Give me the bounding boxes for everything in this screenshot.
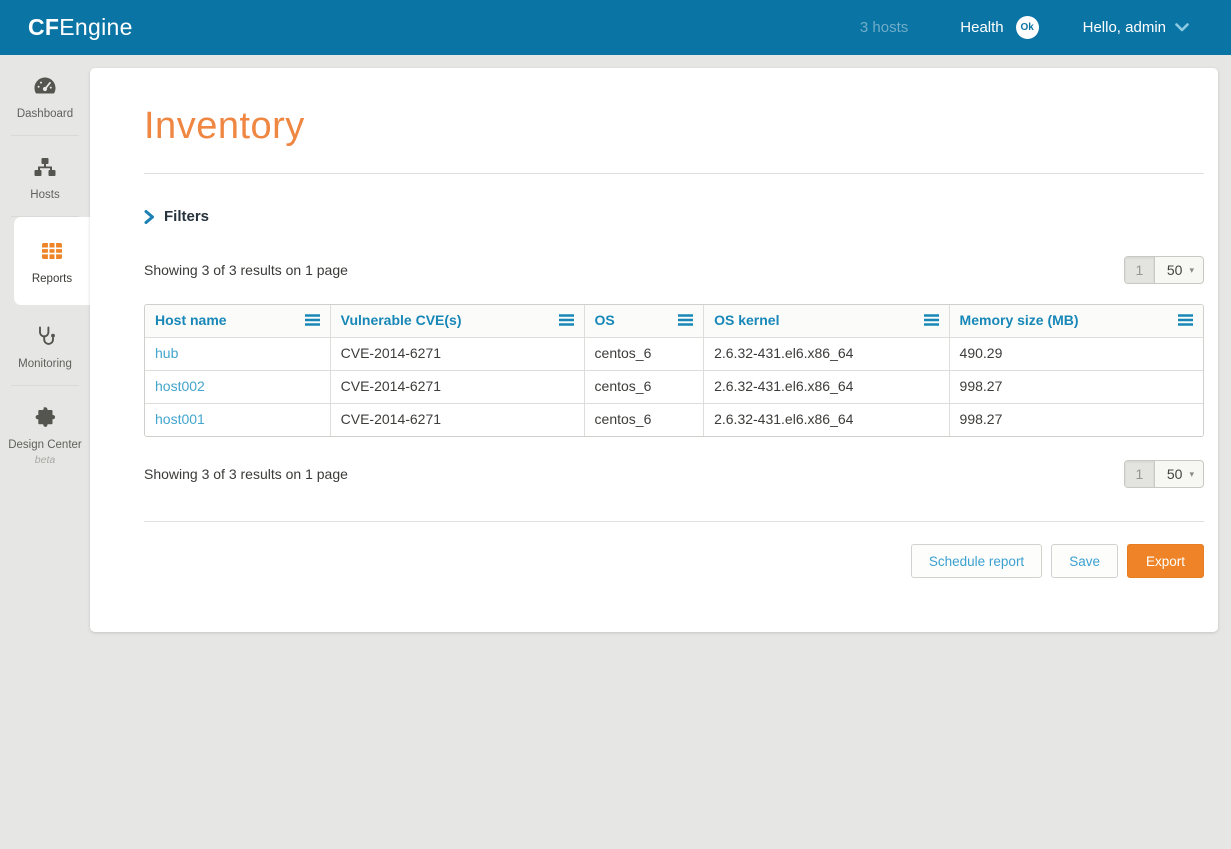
cell-os-kernel: 2.6.32-431.el6.x86_64: [704, 403, 949, 436]
results-summary: Showing 3 of 3 results on 1 page: [144, 262, 348, 278]
column-label: Host name: [155, 312, 227, 328]
sidebar-item-monitoring[interactable]: Monitoring: [0, 305, 90, 385]
hosts-sitemap-icon: [33, 155, 57, 179]
host-link[interactable]: hub: [155, 345, 178, 361]
pagination-control: 1 50 ▾: [1124, 256, 1204, 284]
table-row: hub CVE-2014-6271 centos_6 2.6.32-431.el…: [145, 337, 1203, 370]
table-row: host001 CVE-2014-6271 centos_6 2.6.32-43…: [145, 403, 1203, 436]
cell-os: centos_6: [584, 337, 704, 370]
cell-os: centos_6: [584, 370, 704, 403]
caret-down-icon: ▾: [1189, 265, 1194, 276]
title-divider: [144, 173, 1204, 174]
filters-label: Filters: [164, 208, 209, 225]
actions-divider: [144, 521, 1204, 522]
inventory-table: Host name Vulnerable CVE(s) OS: [144, 304, 1204, 437]
page-title: Inventory: [144, 105, 1204, 148]
results-summary: Showing 3 of 3 results on 1 page: [144, 466, 348, 482]
sidebar-item-beta-tag: beta: [0, 454, 90, 466]
sidebar-item-label: Monitoring: [0, 358, 90, 370]
hosts-count-label: 3 hosts: [860, 19, 908, 36]
sidebar-item-label: Hosts: [0, 189, 90, 201]
column-header-os-kernel: OS kernel: [704, 305, 949, 337]
cell-os-kernel: 2.6.32-431.el6.x86_64: [704, 337, 949, 370]
dashboard-gauge-icon: [33, 74, 57, 98]
export-button[interactable]: Export: [1127, 544, 1204, 578]
chevron-right-icon: [144, 210, 164, 224]
sidebar-item-label: Reports: [14, 273, 90, 285]
actions-row: Schedule report Save Export: [144, 544, 1204, 578]
page-number-button[interactable]: 1: [1125, 461, 1155, 487]
column-label: OS: [595, 312, 615, 328]
chevron-down-icon: [1175, 23, 1189, 32]
health-status[interactable]: Health Ok: [960, 16, 1038, 39]
cell-memory-size: 490.29: [949, 337, 1203, 370]
topbar-right-group: 3 hosts Health Ok Hello, admin: [860, 16, 1231, 39]
page-size-dropdown[interactable]: 50 ▾: [1155, 257, 1203, 283]
logo-text-bold: CF: [28, 14, 59, 40]
health-ok-badge: Ok: [1016, 16, 1039, 39]
sidebar-item-reports[interactable]: Reports: [14, 217, 90, 305]
table-header-row: Host name Vulnerable CVE(s) OS: [145, 305, 1203, 337]
results-row-top: Showing 3 of 3 results on 1 page 1 50 ▾: [144, 256, 1204, 284]
sidebar-item-design-center[interactable]: Design Center beta: [0, 386, 90, 481]
top-header-bar: CFEngine 3 hosts Health Ok Hello, admin: [0, 0, 1231, 55]
schedule-report-button[interactable]: Schedule report: [911, 544, 1042, 578]
table-row: host002 CVE-2014-6271 centos_6 2.6.32-43…: [145, 370, 1203, 403]
sidebar-item-label: Dashboard: [0, 108, 90, 120]
caret-down-icon: ▾: [1189, 469, 1194, 480]
results-row-bottom: Showing 3 of 3 results on 1 page 1 50 ▾: [144, 460, 1204, 488]
cell-vulnerable-cves: CVE-2014-6271: [330, 403, 584, 436]
cell-vulnerable-cves: CVE-2014-6271: [330, 337, 584, 370]
sidebar-item-dashboard[interactable]: Dashboard: [0, 55, 90, 135]
page-size-dropdown[interactable]: 50 ▾: [1155, 461, 1203, 487]
cell-memory-size: 998.27: [949, 403, 1203, 436]
host-link[interactable]: host001: [155, 411, 205, 427]
column-label: Vulnerable CVE(s): [341, 312, 462, 328]
column-header-os: OS: [584, 305, 704, 337]
column-menu-icon[interactable]: [1178, 314, 1193, 326]
reports-grid-icon: [40, 239, 64, 263]
health-label: Health: [960, 19, 1003, 36]
cell-memory-size: 998.27: [949, 370, 1203, 403]
design-center-puzzle-icon: [33, 405, 57, 429]
host-link[interactable]: host002: [155, 378, 205, 394]
sidebar-item-hosts[interactable]: Hosts: [0, 136, 90, 216]
cell-os: centos_6: [584, 403, 704, 436]
logo-text-light: Engine: [59, 14, 132, 40]
column-header-host-name: Host name: [145, 305, 330, 337]
page-size-value: 50: [1167, 262, 1183, 278]
monitoring-stethoscope-icon: [33, 324, 57, 348]
page-size-value: 50: [1167, 466, 1183, 482]
column-menu-icon[interactable]: [924, 314, 939, 326]
column-header-vulnerable-cves: Vulnerable CVE(s): [330, 305, 584, 337]
cfengine-logo[interactable]: CFEngine: [28, 14, 133, 41]
sidebar-item-label: Design Center: [0, 439, 90, 451]
column-menu-icon[interactable]: [678, 314, 693, 326]
column-menu-icon[interactable]: [559, 314, 574, 326]
cell-vulnerable-cves: CVE-2014-6271: [330, 370, 584, 403]
user-greeting-label: Hello, admin: [1083, 19, 1166, 36]
column-menu-icon[interactable]: [305, 314, 320, 326]
column-label: OS kernel: [714, 312, 779, 328]
pagination-control: 1 50 ▾: [1124, 460, 1204, 488]
cell-os-kernel: 2.6.32-431.el6.x86_64: [704, 370, 949, 403]
page-number-button[interactable]: 1: [1125, 257, 1155, 283]
main-content-panel: Inventory Filters Showing 3 of 3 results…: [90, 68, 1218, 632]
filters-toggle[interactable]: Filters: [144, 208, 264, 225]
sidebar-nav: Dashboard Hosts R: [0, 55, 90, 849]
user-menu[interactable]: Hello, admin: [1083, 19, 1189, 36]
save-button[interactable]: Save: [1051, 544, 1118, 578]
column-header-memory-size: Memory size (MB): [949, 305, 1203, 337]
column-label: Memory size (MB): [960, 312, 1079, 328]
